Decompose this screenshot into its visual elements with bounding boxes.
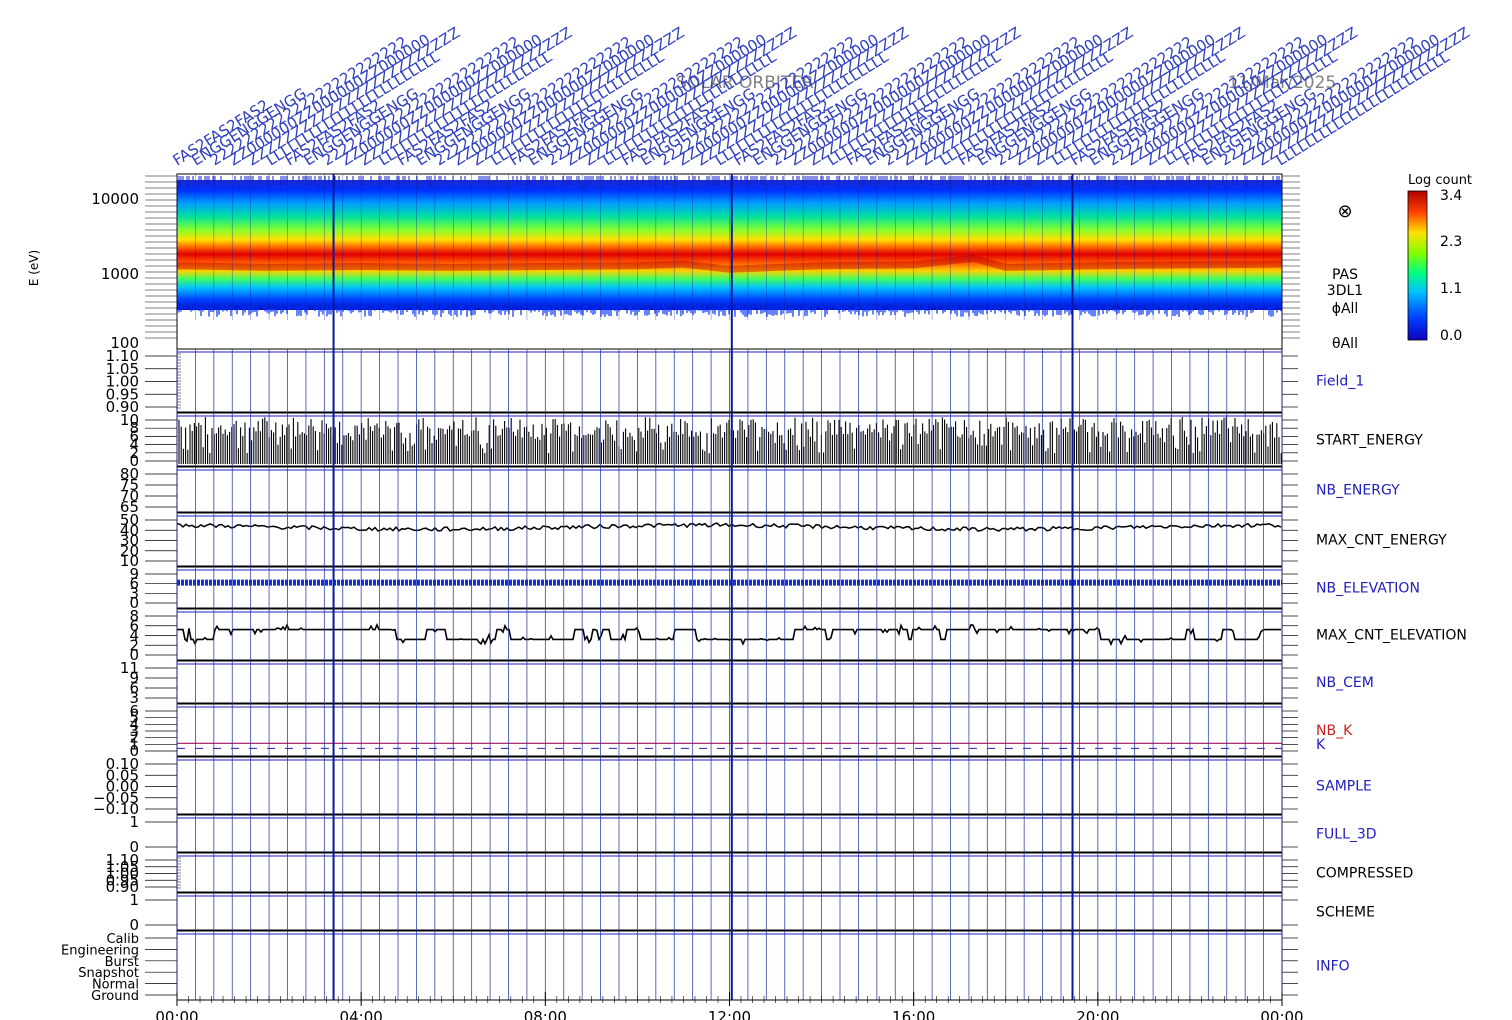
panel-nb-cem: 11963NB_CEM: [120, 659, 1374, 707]
colorbar-tick-2.3: 2.3: [1440, 234, 1462, 250]
panel-label: NB_CEM: [1316, 675, 1374, 691]
spec-info-theta: θAll: [1332, 336, 1358, 352]
spectrogram-ylabel: E (eV): [27, 250, 41, 286]
panel-label: SAMPLE: [1316, 779, 1372, 795]
panel-compressed: 1.101.051.000.950.90COMPRESSED: [106, 851, 1414, 896]
panel-secondary-label: K: [1316, 737, 1326, 753]
colorbar-label: Log count: [1408, 173, 1472, 188]
spec-info-3dl1: 3DL1: [1327, 283, 1363, 299]
spec-info-pas: PAS: [1332, 267, 1358, 283]
colorbar-tick-1.1: 1.1: [1440, 281, 1462, 297]
time-tick-label: 08:00: [524, 1008, 567, 1020]
panel-label: MAX_CNT_ELEVATION: [1316, 628, 1467, 644]
colorbar-gradient: [1407, 190, 1428, 341]
panel-label: INFO: [1316, 959, 1350, 975]
panel-ytick-label: Ground: [91, 989, 139, 1004]
panel-ytick-label: 1: [129, 813, 139, 831]
time-tick-label: 00:00: [1260, 1008, 1303, 1020]
panel-label: MAX_CNT_ENERGY: [1316, 533, 1447, 549]
spec-ytick-10000: 10000: [91, 190, 139, 208]
time-tick-label: 00:00: [155, 1008, 198, 1020]
panel-info: CalibEngineeringBurstSnapshotNormalGroun…: [61, 930, 1350, 1004]
time-axis: 00:00 04:00 08:00 12:00 16:00 20:00 00:00: [155, 992, 1304, 1020]
colorbar: Log count 3.4 2.3 1.1 0.0: [1407, 173, 1472, 344]
time-tick-label: 04:00: [340, 1008, 383, 1020]
spec-info-phi: ϕAll: [1332, 301, 1359, 317]
plot-canvas: SOLAR ORBITER 11/Mar/2025 FAS2FAS2FAS2EN…: [27, 23, 1473, 1020]
panel-nb-k: 6543210NB_KK: [129, 702, 1353, 760]
time-grid: [176, 174, 1283, 1000]
event-annotations: FAS2FAS2FAS2ENGGENGGENGG2222222222222222…: [170, 23, 1473, 169]
spectrogram-panel: E (eV) 10000 1000 100 ⊗ PAS 3DL1 ϕAll θA…: [27, 176, 1363, 352]
panel-label: FULL_3D: [1316, 827, 1377, 843]
panel-label: NB_ELEVATION: [1316, 581, 1420, 597]
panel-ytick-label: 1: [129, 891, 139, 909]
panel-label: SCHEME: [1316, 905, 1375, 921]
panel-scheme: 10SCHEME: [129, 891, 1375, 934]
panel-field-1: 1.101.051.000.950.90Field_1: [106, 347, 1365, 416]
colorbar-tick-3.4: 3.4: [1440, 188, 1462, 204]
panel-max-cnt-elevation: 86420MAX_CNT_ELEVATION: [129, 607, 1466, 664]
spec-ytick-1000: 1000: [101, 265, 139, 283]
time-tick-label: 16:00: [892, 1008, 935, 1020]
time-tick-label: 20:00: [1076, 1008, 1119, 1020]
panel-max-cnt-energy: 5040302010MAX_CNT_ENERGY: [120, 511, 1447, 570]
panel-label: COMPRESSED: [1316, 866, 1413, 882]
panel-label: START_ENERGY: [1316, 433, 1423, 449]
panel-label: Field_1: [1316, 374, 1364, 390]
spec-symbol: ⊗: [1337, 201, 1352, 222]
panel-label: NB_ENERGY: [1316, 483, 1400, 499]
time-tick-label: 12:00: [708, 1008, 751, 1020]
colorbar-tick-0.0: 0.0: [1440, 328, 1462, 344]
